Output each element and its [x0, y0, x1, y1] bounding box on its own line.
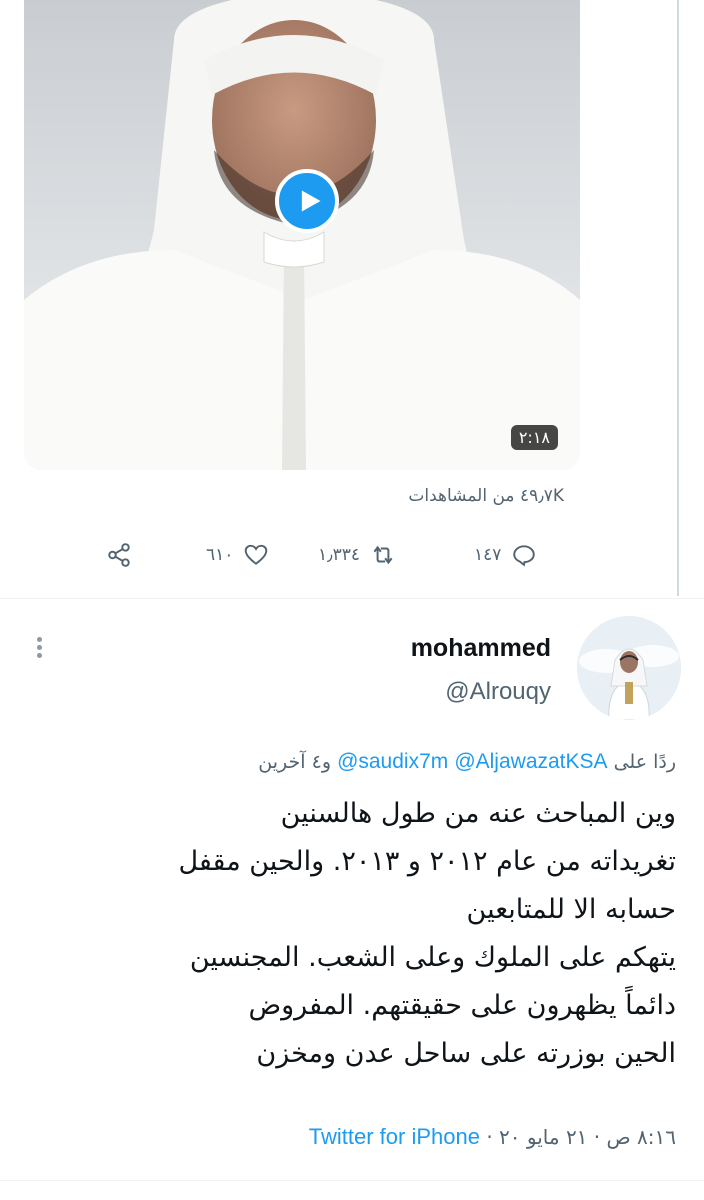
thread-connector-line [677, 0, 679, 596]
retweet-button[interactable]: ١٫٣٣٤ [318, 542, 396, 568]
replying-to-label: ردًا على [613, 751, 676, 773]
play-button[interactable] [275, 169, 339, 233]
avatar[interactable] [577, 616, 681, 720]
tweet-text-line: يتهكم على الملوك وعلى الشعب. المجنسين [189, 942, 676, 973]
play-icon [301, 190, 320, 212]
avatar-image [577, 616, 681, 720]
reply-button[interactable]: ١٤٧ [474, 542, 537, 568]
tweet-text: وين المباحث عنه من طول هالسنين تغريداته … [16, 790, 676, 1078]
bottom-divider [0, 1180, 704, 1181]
mention-link[interactable]: @saudix7m [337, 750, 448, 773]
author-display-name[interactable]: mohammed [411, 634, 551, 663]
tweet-timestamp[interactable]: ٨:١٦ ص · ٢١ مايو ٢٠ [499, 1125, 676, 1149]
tweet-text-line: الحين بوزرته على ساحل عدن ومخزن [256, 1038, 676, 1069]
tweet-text-line: حسابه الا للمتابعين [466, 894, 676, 925]
video-player[interactable]: ٢:١٨ [24, 0, 580, 470]
replying-to-line: ردًا على @AljawazatKSA @saudix7m و٤ آخري… [258, 750, 676, 774]
view-count: ٤٩٫٧K من المشاهدات [408, 486, 564, 506]
tweet-source[interactable]: Twitter for iPhone [309, 1124, 480, 1149]
share-button[interactable] [106, 542, 132, 568]
reply-count: ١٤٧ [474, 545, 502, 565]
video-thumbnail [24, 0, 580, 470]
like-count: ٦١٠ [206, 545, 234, 565]
meta-separator: · [486, 1125, 493, 1149]
retweet-count: ١٫٣٣٤ [318, 545, 361, 565]
video-duration: ٢:١٨ [510, 425, 558, 450]
tweet-action-bar: ٦١٠ ١٫٣٣٤ ١٤٧ [0, 534, 704, 578]
others-count[interactable]: و٤ آخرين [258, 751, 331, 773]
retweet-icon [373, 545, 393, 565]
tweet-text-line: وين المباحث عنه من طول هالسنين [280, 798, 676, 829]
author-handle[interactable]: @Alrouqy [445, 678, 551, 706]
mention-link[interactable]: @AljawazatKSA [454, 750, 607, 773]
tweet-text-line: دائماً يظهرون على حقيقتهم. المفروض [248, 990, 676, 1021]
like-button[interactable]: ٦١٠ [206, 542, 269, 568]
share-icon [108, 543, 130, 567]
section-divider [0, 598, 704, 599]
heart-icon [245, 544, 268, 565]
reply-icon [513, 545, 536, 567]
tweet-metadata: ٨:١٦ ص · ٢١ مايو ٢٠ · Twitter for iPhone [309, 1124, 676, 1150]
tweet-text-line: تغريداته من عام ٢٠١٢ و ٢٠١٣. والحين مقفل [178, 846, 676, 877]
more-options-icon[interactable] [28, 634, 50, 666]
